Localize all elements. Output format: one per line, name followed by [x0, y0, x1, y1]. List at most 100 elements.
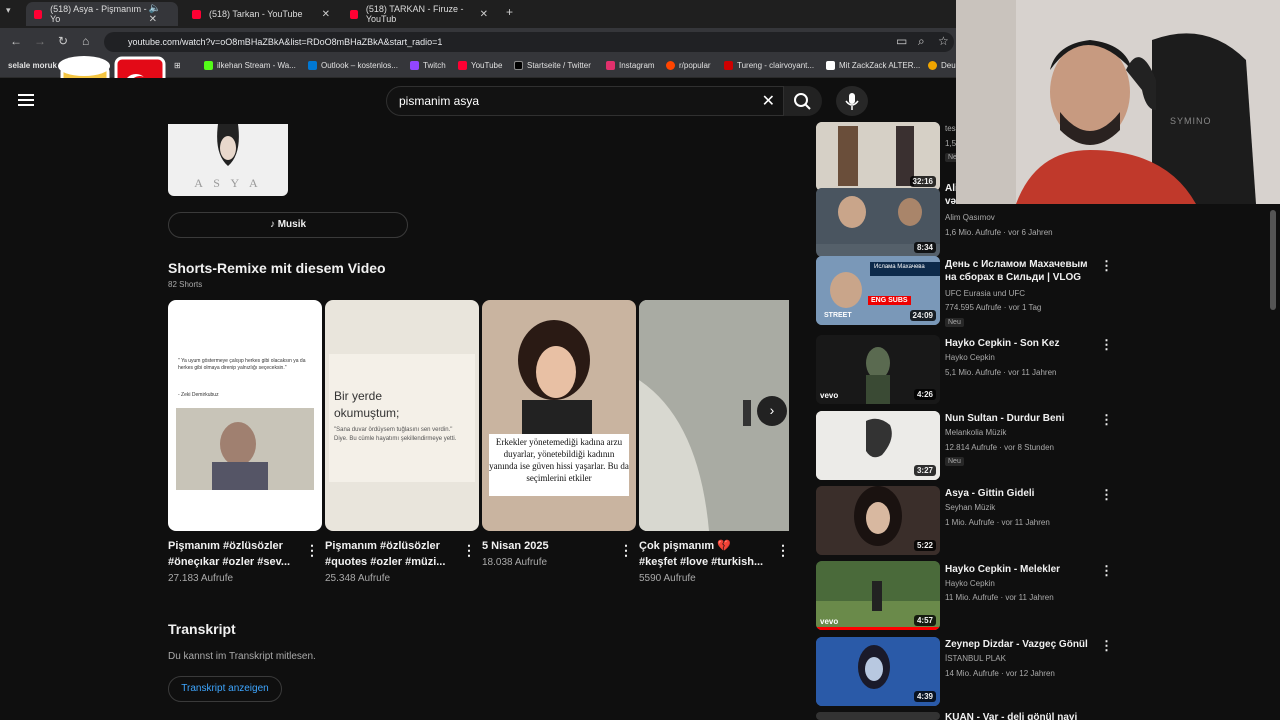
more-options-icon[interactable]: ⋮ [1100, 563, 1113, 579]
video-channel[interactable]: Hayko Cepkin [945, 579, 995, 588]
bookmark-label: r/popular [679, 61, 711, 70]
short-quote-title: Bir yerde okumuştum; [334, 389, 400, 420]
twitch-icon [410, 61, 419, 70]
tab-firuze[interactable]: (518) TARKAN - Firuze - YouTub ✕ [342, 2, 496, 26]
video-thumbnail[interactable]: 3:27 [816, 411, 940, 480]
video-title[interactable]: KUAN - Var - deli gönül nayi [945, 711, 1095, 720]
video-thumbnail[interactable]: vevo 4:26 [816, 335, 940, 404]
search-input[interactable]: pismanim asya ✕ [386, 86, 784, 116]
x-icon [514, 61, 523, 70]
tab-search-icon[interactable]: ▾ [6, 5, 11, 16]
video-channel[interactable]: İSTANBUL PLAK [945, 654, 1006, 663]
bookmark-label: Deu [941, 61, 956, 70]
video-thumbnail[interactable]: Ислама Махачева ENG SUBS STREET 24:09 [816, 256, 940, 325]
musik-button[interactable]: ♪ Musik [168, 212, 408, 238]
short-title[interactable]: Çok pişmanım 💔 #keşfet #love #turkish... [639, 538, 769, 570]
bookmark-instagram[interactable]: Instagram [606, 61, 655, 70]
bookmark-twitter[interactable]: Startseite / Twitter [514, 61, 591, 70]
cast-icon[interactable]: ▭ [896, 34, 907, 48]
short-title[interactable]: Pişmanım #özlüsözler #quotes #ozler #müz… [325, 538, 455, 570]
chair-logo-text: SYMINO [1170, 116, 1212, 126]
show-transcript-button[interactable]: Transkript anzeigen [168, 676, 282, 702]
hamburger-menu-icon[interactable] [18, 94, 34, 106]
forward-arrow-icon[interactable]: → [34, 34, 46, 48]
apps-grid-icon[interactable]: ⊞ [174, 61, 181, 70]
youtube-icon [458, 61, 467, 70]
video-channel[interactable]: Alim Qasımov [945, 213, 995, 222]
video-thumbnail[interactable]: 4:39 [816, 637, 940, 706]
star-icon[interactable]: ☆ [938, 34, 949, 48]
video-thumbnail[interactable]: vevo 4:57 [816, 561, 940, 630]
video-thumbnail[interactable]: 8:34 [816, 188, 940, 257]
bookmark-twitch[interactable]: Twitch [410, 61, 446, 70]
bookmark-outlook[interactable]: Outlook – kostenlos... [308, 61, 398, 70]
video-thumbnail[interactable]: 5:22 [816, 486, 940, 555]
short-card[interactable]: " Ya uyum göstermeye çalışıp herkes gibi… [168, 300, 322, 531]
bookmark-zackzack[interactable]: Mit ZackZack ALTER... [826, 61, 920, 70]
bookmark-reddit[interactable]: r/popular [666, 61, 711, 70]
close-tab-icon[interactable]: ✕ [480, 9, 488, 20]
close-tab-icon[interactable]: ✕ [322, 9, 330, 20]
bookmark-youtube[interactable]: YouTube [458, 61, 502, 70]
shorts-next-button[interactable]: › [757, 396, 787, 426]
video-duration: 5:22 [913, 540, 936, 551]
video-channel[interactable]: Hayko Cepkin [945, 353, 995, 362]
scrollbar-thumb[interactable] [1270, 210, 1276, 310]
back-arrow-icon[interactable]: ← [10, 34, 22, 48]
bookmark-label: Mit ZackZack ALTER... [839, 61, 921, 70]
voice-search-button[interactable] [836, 86, 868, 116]
clear-search-icon[interactable]: ✕ [762, 91, 775, 111]
bookmark-label: Tureng - clairvoyant... [737, 61, 815, 70]
shorts-count: 82 Shorts [168, 280, 203, 289]
more-options-icon[interactable]: ⋮ [1100, 487, 1113, 503]
bookmark-tureng[interactable]: Tureng - clairvoyant... [724, 61, 814, 70]
video-thumbnail[interactable]: 32:16 [816, 122, 940, 191]
short-card[interactable]: Bir yerde okumuştum; "Sana duvar ördüyse… [325, 300, 479, 531]
video-title[interactable]: День с Исламом Махачевым на сборах в Сил… [945, 258, 1095, 284]
video-title[interactable]: Asya - Gittin Gideli [945, 487, 1095, 500]
instagram-icon [606, 61, 615, 70]
tab-tarkan[interactable]: (518) Tarkan - YouTube ✕ [184, 2, 338, 26]
url-field[interactable]: youtube.com/watch?v=oO8mBHaZBkA&list=RDo… [104, 32, 954, 52]
video-meta: 1,5 [945, 139, 957, 148]
video-channel[interactable]: Seyhan Müzik [945, 503, 995, 512]
new-tab-button[interactable]: + [506, 5, 513, 19]
video-thumbnail[interactable] [816, 712, 940, 720]
short-views: 25.348 Aufrufe [325, 573, 391, 584]
short-card[interactable]: Erkekler yönetemediği kadına arzu duyarl… [482, 300, 636, 531]
tab-asya[interactable]: (518) Asya - Pişmanım - Yo 🔈 ✕ [26, 2, 178, 26]
bookmark-ilkehan[interactable]: ilkehan Stream - Wa... [204, 61, 296, 70]
more-options-icon[interactable]: ⋮ [619, 542, 633, 559]
search-button[interactable] [784, 86, 822, 116]
video-duration: 4:26 [913, 389, 936, 400]
video-title[interactable]: Hayko Cepkin - Son Kez [945, 337, 1095, 350]
more-options-icon[interactable]: ⋮ [1100, 258, 1113, 274]
bookmark-selale[interactable]: selale moruk [8, 61, 57, 70]
short-quote: Erkekler yönetemediği kadına arzu duyarl… [489, 434, 629, 496]
album-cover[interactable]: A S Y A [168, 124, 288, 196]
more-options-icon[interactable]: ⋮ [776, 542, 790, 559]
short-quote: "Sana duvar ördüysem tuğlasını sen verdi… [334, 427, 457, 442]
short-title[interactable]: 5 Nisan 2025 [482, 538, 612, 554]
bookmark-deu[interactable]: Deu [928, 61, 956, 70]
video-title[interactable]: Zeynep Dizdar - Vazgeç Gönül [945, 638, 1095, 651]
deu-icon [928, 61, 937, 70]
tab-label: (518) TARKAN - Firuze - YouTub [365, 4, 464, 24]
short-title[interactable]: Pişmanım #özlüsözler #öneçıkar #ozler #s… [168, 538, 298, 570]
video-title[interactable]: Hayko Cepkin - Melekler [945, 563, 1095, 576]
short-views: 27.183 Aufrufe [168, 573, 234, 584]
more-options-icon[interactable]: ⋮ [1100, 638, 1113, 654]
close-tab-icon[interactable]: 🔈 ✕ [149, 3, 170, 25]
more-options-icon[interactable]: ⋮ [462, 542, 476, 559]
zoom-icon[interactable]: ⌕ [918, 34, 925, 49]
video-channel[interactable]: UFC Eurasia und UFC [945, 289, 1025, 298]
video-meta: 14 Mio. Aufrufe · vor 12 Jahren [945, 669, 1055, 678]
more-options-icon[interactable]: ⋮ [1100, 412, 1113, 428]
search-query: pismanim asya [399, 94, 480, 108]
tab-label: (518) Asya - Pişmanım - Yo [50, 4, 147, 24]
more-options-icon[interactable]: ⋮ [1100, 337, 1113, 353]
video-channel[interactable]: Melankolia Müzik [945, 428, 1006, 437]
video-title[interactable]: Nun Sultan - Durdur Beni [945, 412, 1095, 425]
transcript-description: Du kannst im Transkript mitlesen. [168, 651, 316, 662]
more-options-icon[interactable]: ⋮ [305, 542, 319, 559]
